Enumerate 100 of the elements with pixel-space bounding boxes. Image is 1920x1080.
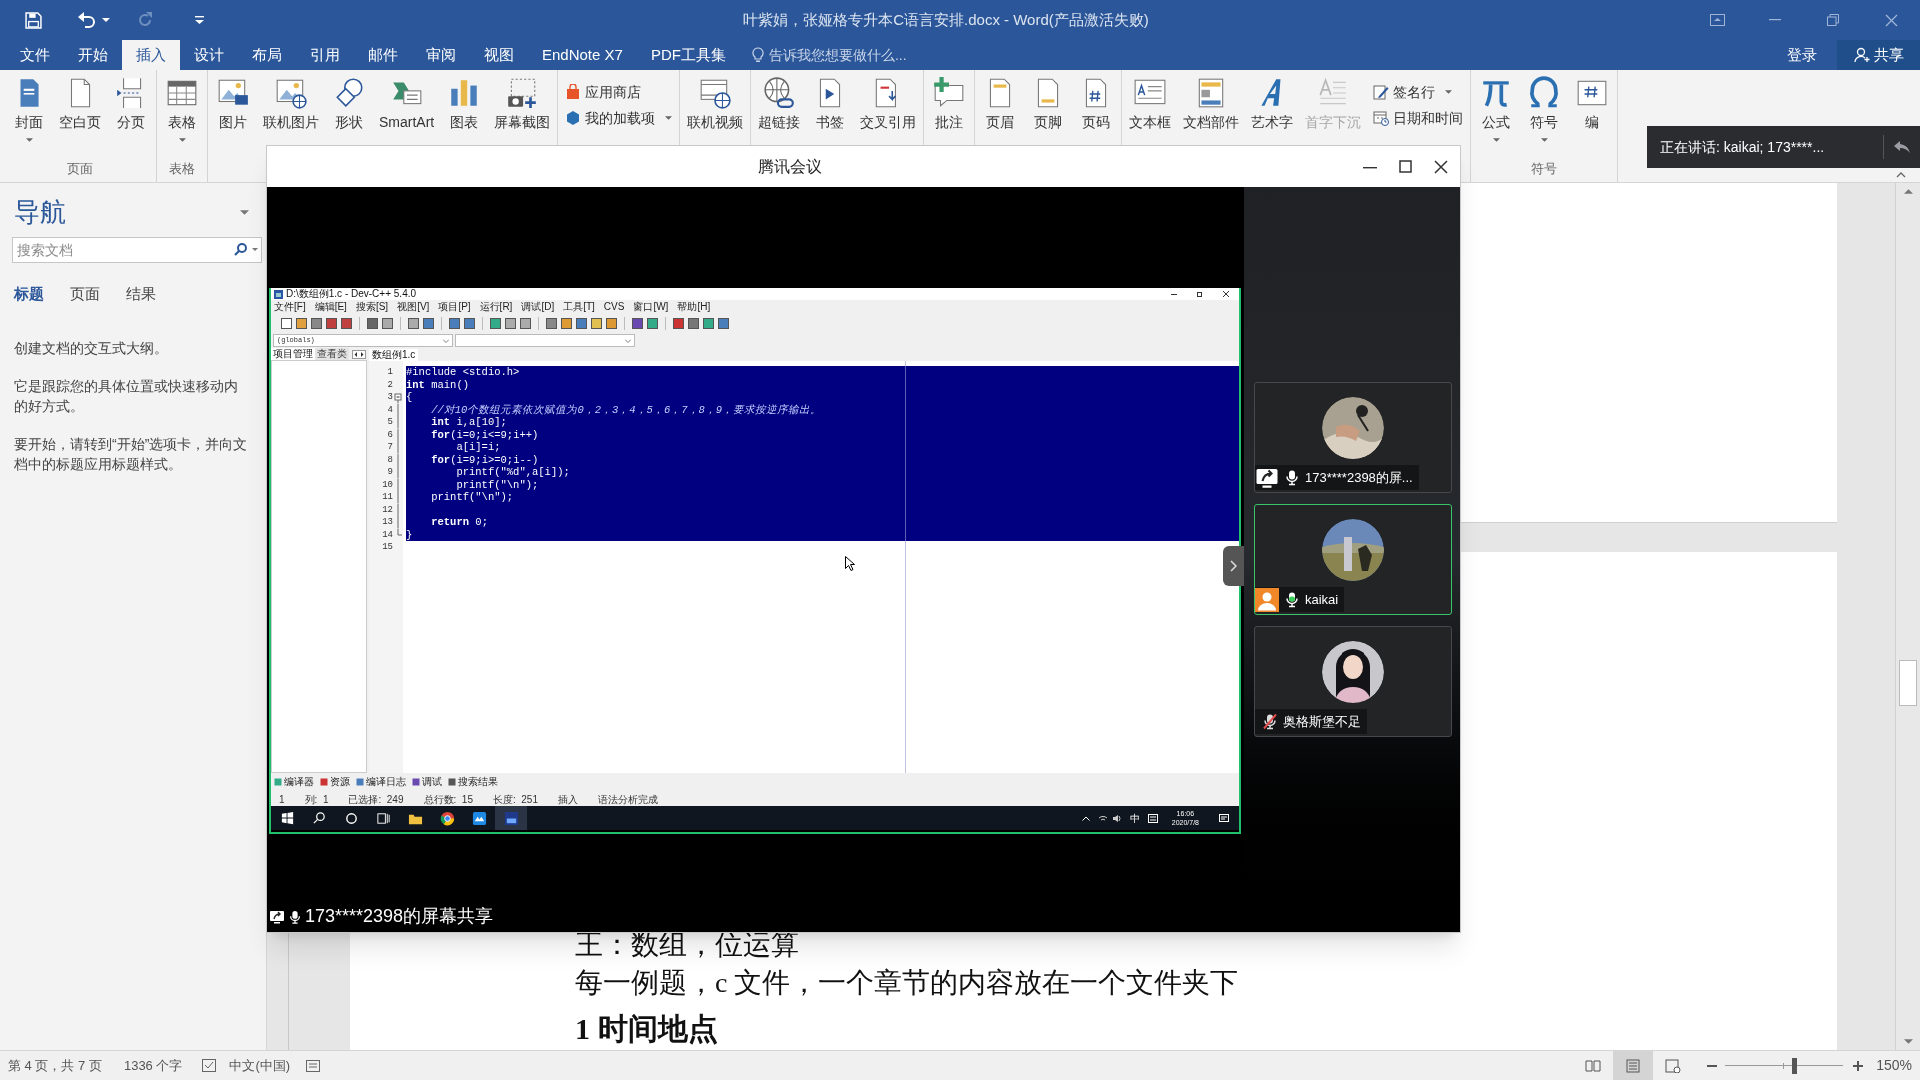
toolbar-icon[interactable] xyxy=(449,317,460,329)
pane-tab[interactable]: 页面 xyxy=(70,282,100,306)
toolbar-icon[interactable] xyxy=(688,317,699,329)
toolbar-icon[interactable] xyxy=(281,317,292,329)
caret-icon[interactable] xyxy=(252,248,258,251)
ribbon-tab[interactable]: 邮件 xyxy=(354,40,412,70)
toolbar-icon[interactable] xyxy=(606,317,617,329)
close-icon[interactable] xyxy=(1434,159,1448,174)
ribbon-button[interactable]: 文档部件 xyxy=(1179,76,1244,131)
lightbulb-icon[interactable] xyxy=(751,47,764,63)
menu-item[interactable]: 文件[F] xyxy=(274,300,306,313)
menu-item[interactable]: 视图[V] xyxy=(397,300,430,313)
menu-item[interactable]: CVS xyxy=(603,300,625,313)
ribbon-button[interactable]: 我的加载项 xyxy=(565,106,673,130)
ribbon-tab[interactable]: PDF工具集 xyxy=(636,40,740,70)
save-icon[interactable] xyxy=(25,11,42,29)
ribbon-button[interactable]: 表格 xyxy=(160,76,204,142)
pane-tab[interactable]: 结果 xyxy=(126,282,156,306)
ribbon-tab[interactable]: 布局 xyxy=(238,40,296,70)
collapse-panel-button[interactable] xyxy=(1223,546,1244,586)
menu-item[interactable]: 搜索[S] xyxy=(355,300,389,313)
ribbon-button[interactable]: 图表 xyxy=(442,76,487,131)
panel-tab[interactable]: 编译器 xyxy=(274,775,314,788)
panel-tab[interactable]: 查看类 xyxy=(315,348,349,360)
ribbon-button[interactable]: 公式 xyxy=(1474,76,1519,142)
panel-tab[interactable]: 搜索结果 xyxy=(448,775,498,788)
ribbon-button[interactable]: 图片 xyxy=(211,76,255,131)
ribbon-button[interactable]: 页码 xyxy=(1074,76,1119,131)
ribbon-button[interactable]: 屏幕截图 xyxy=(490,76,555,131)
proofing-icon[interactable] xyxy=(202,1059,217,1072)
restore-icon[interactable] xyxy=(1197,291,1203,297)
toolbar-icon[interactable] xyxy=(326,317,337,329)
scrollbar[interactable] xyxy=(1895,183,1920,1050)
toolbar-icon[interactable] xyxy=(703,317,714,329)
toolbar-icon[interactable] xyxy=(341,317,352,329)
toolbar-icon[interactable] xyxy=(408,317,419,329)
tell-me-field[interactable]: 告诉我您想要做什么... xyxy=(768,44,907,66)
language-indicator[interactable]: 中文(中国) xyxy=(229,1055,291,1076)
participant-tile[interactable]: kaikai xyxy=(1254,504,1452,615)
caret-icon[interactable] xyxy=(178,138,186,142)
toolbar-icon[interactable] xyxy=(520,317,531,329)
read-mode-icon[interactable] xyxy=(1585,1058,1602,1073)
menu-item[interactable]: 帮助[H] xyxy=(677,300,711,313)
scroll-up-icon[interactable] xyxy=(1903,189,1913,194)
ribbon-button[interactable]: 联机图片 xyxy=(259,76,323,131)
ribbon-tab[interactable]: 设计 xyxy=(180,40,238,70)
toolbar-icon[interactable] xyxy=(718,317,729,329)
toolbar-icon[interactable] xyxy=(591,317,602,329)
circle-icon[interactable] xyxy=(343,810,359,826)
ribbon-button[interactable]: 超链接 xyxy=(754,76,805,131)
caret-icon[interactable] xyxy=(665,116,673,120)
ribbon-button[interactable]: 形状 xyxy=(327,76,371,131)
participant-tile[interactable]: 173****2398的屏... xyxy=(1254,382,1452,493)
caret-icon[interactable] xyxy=(1445,90,1453,94)
menu-item[interactable]: 工具[T] xyxy=(563,300,595,313)
zoom-slider[interactable] xyxy=(1725,1057,1844,1074)
toolbar-icon[interactable] xyxy=(423,317,434,329)
ribbon-tab[interactable]: 引用 xyxy=(296,40,354,70)
ribbon-button[interactable]: 艺术字 xyxy=(1247,76,1298,131)
reply-icon[interactable] xyxy=(1893,140,1911,154)
search-field[interactable]: 搜索文档 xyxy=(12,237,262,263)
toolbar-icon[interactable] xyxy=(561,317,572,329)
ribbon-display-icon[interactable] xyxy=(1709,14,1725,26)
panel-tab[interactable]: 项目管理 xyxy=(271,348,315,360)
participant-tile[interactable]: 奥格斯堡不足 xyxy=(1254,626,1452,737)
share-button[interactable]: 共享 xyxy=(1837,40,1920,70)
ribbon-tab[interactable]: 开始 xyxy=(64,40,122,70)
customize-icon[interactable] xyxy=(195,16,204,24)
web-layout-icon[interactable] xyxy=(1665,1058,1682,1073)
ribbon-button[interactable]: 页眉 xyxy=(978,76,1023,131)
ribbon-tab[interactable]: 插入 xyxy=(122,40,180,70)
task-view-icon[interactable] xyxy=(375,810,391,826)
volume-icon[interactable] xyxy=(1111,813,1122,823)
ribbon-button[interactable]: 文本框 xyxy=(1125,76,1176,131)
scroll-thumb[interactable] xyxy=(1899,660,1917,706)
word-count[interactable]: 1336 个字 xyxy=(123,1055,183,1076)
chevron-up-icon[interactable] xyxy=(1081,815,1090,821)
toolbar-icon[interactable] xyxy=(464,317,475,329)
ribbon-button[interactable]: 批注 xyxy=(927,76,972,131)
ribbon-button[interactable]: 空白页 xyxy=(55,76,105,131)
ribbon-button[interactable]: 签名行 xyxy=(1373,80,1464,104)
ribbon-button[interactable]: 交叉引用 xyxy=(856,76,921,131)
ribbon-tab[interactable]: EndNote X7 xyxy=(528,40,637,70)
ribbon-button[interactable]: 联机视频 xyxy=(683,76,748,131)
ribbon-tab[interactable]: 文件 xyxy=(6,40,64,70)
page-count[interactable]: 第 4 页，共 7 页 xyxy=(8,1055,102,1076)
toolbar-icon[interactable] xyxy=(490,317,501,329)
ribbon-button[interactable]: 封面 xyxy=(7,76,51,142)
menu-item[interactable]: 调试[D] xyxy=(521,300,555,313)
code-editor[interactable] xyxy=(369,361,1239,773)
search-icon[interactable] xyxy=(234,243,247,256)
windows-logo-icon[interactable] xyxy=(279,810,295,826)
toolbar-icon[interactable] xyxy=(647,317,658,329)
toolbar-icon[interactable] xyxy=(367,317,378,329)
ribbon-button[interactable]: 分页 xyxy=(109,76,153,131)
ribbon-button[interactable]: 书签 xyxy=(808,76,853,131)
ribbon-button[interactable]: 应用商店 xyxy=(565,80,673,104)
ribbon-tab[interactable]: 视图 xyxy=(470,40,528,70)
macro-icon[interactable] xyxy=(306,1059,321,1072)
zoom-in-icon[interactable] xyxy=(1853,1060,1864,1071)
